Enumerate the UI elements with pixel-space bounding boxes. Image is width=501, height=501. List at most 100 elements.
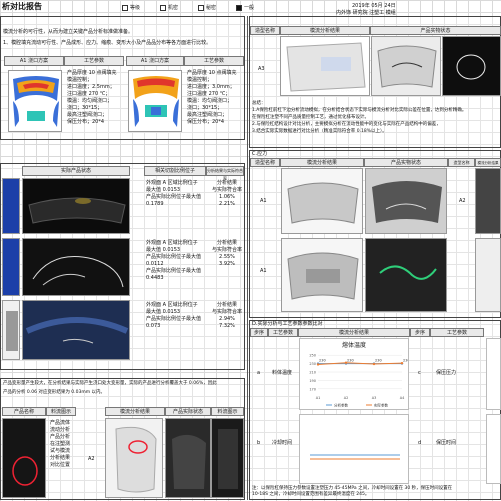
rt-header-name: 造型名称 [250,26,280,35]
rm-row-id-1: A1 [260,198,267,204]
blue-part-photo-2 [2,238,20,296]
rt-header-sim: 模流分析结果 [280,26,370,35]
row-3-rate-line-4: 7.32% [219,323,235,329]
row-2-rate-line-2: 与实际符合率 [211,247,242,253]
gate-params-1-line-7: 最高注塑阀浇口； [67,112,108,118]
rb-notes: 注：以保险杠保持压力参数设置注塑压力 45-45MPa 之间，冷却时间设置在 3… [252,486,500,498]
chart-y-tick: 250 [309,354,316,358]
gate-params-1: 产品厚度 10 点阀填充 模温控制； 进口温度；2.5mm； 注口温度 270 ℃；模… [67,70,123,126]
section-c-line-1: 产品变形量产生较大，在分析结果与实际产生浇口处大变形量，实际的产品进行分析覆盖大… [3,381,217,386]
gate-params-2-line-4: 注口温度 270 ℃； [187,91,231,97]
rt-sim-image [280,36,370,96]
chart-legend-label: 实际参数 [374,403,388,408]
row-1-ratio-line-2: 最大值 0.0153 [146,187,181,193]
rm-side-image-2 [475,238,501,312]
c-header-product: 产品名称 [2,407,46,416]
classification-check-2[interactable]: 机密 [160,4,179,11]
rm-header-sim-2: 模流分析结果 [475,158,501,167]
classification-check-4[interactable]: 一般 [236,4,255,11]
row-2-ratio-line-5: 0.0112 [146,261,164,267]
chart-point [316,363,320,366]
blue-part-photo-3 [2,300,20,360]
checkbox-icon[interactable] [198,4,205,11]
ratio-header: 相关切割比例位子 [144,166,206,176]
row-2-ratio-line-7: 0.4483 [146,275,164,281]
gate-params-2-line-6: 浇口；30*15； [187,105,223,111]
gate-params-2-line-2: 模温控制； [187,77,213,83]
rm-header-sim: 模流分析结果 [280,158,364,167]
c-row-line-6: 分析结果 [50,455,71,461]
row-2-ratio-line-6: 产品实际比例位子最大值 [146,268,202,274]
c-header-actual: 产品实际状态 [165,407,211,416]
row-1-match-rate: 分析结果 与实际符合率 1.06% 2.21% [210,180,244,208]
rb-row-c-label: 保压压力 [436,370,457,376]
row-2-match-rate: 分析结果 与实际符合率 2.55% 3.92% [210,240,244,268]
rm-header-name: 造型名称 [250,158,280,167]
chart-y-tick: 190 [309,379,316,383]
classification-check-1[interactable]: 等级 [122,4,141,11]
rt-note-line-4: 2.与保险杠结构设计对比分析，主要模拟分析在流动性能中的变化与实际在产品结构中的… [252,122,441,127]
gate-params-1-line-4: 注口温度 270 ℃； [67,91,111,97]
gate-header-1: A1 浇口方案 [4,56,64,66]
chart-data-label: 230 [375,359,382,363]
classification-check-label: 一般 [244,5,255,11]
c-flow-photo [211,418,244,498]
row-2-rate-line-1: 分析结果 [216,240,237,246]
rt-row-id: A3 [258,66,265,72]
rt-actual-photo-2 [442,36,501,96]
gate-params-1-line-3: 进口温度；2.5mm； [67,84,115,90]
chart-legend-label: 分析参数 [334,403,348,408]
gate-params-1-line-2: 模温控制； [67,77,93,83]
gate-params-1-line-5: 模温：均匀阀浇口； [67,98,113,104]
match-rate-header: 分析结果与实际符合率 [206,166,244,181]
rt-header-actual: 产品实物状态 [370,26,501,35]
rb-row-a-id: a [257,370,261,376]
c-row-id: A2 [88,456,95,462]
row-3-ratio-line-5: 0.073 [146,323,161,329]
rt-note-line-5: 3.结合实际实际数据进行对比分析（精准实际符合率 0.18%以上）。 [252,129,387,134]
rt-note-line-3: 在保险杠注塑不同产品质量控制工艺，通过优化排布设计。 [252,115,369,120]
gate-simulation-image-1 [8,70,62,132]
cooling-chart [299,414,409,484]
row-3-ratio-text: 外观面 A 区域比例位子 最大值 0.0153 产品实际比例位子最大值 0.073 [146,302,206,330]
row-1-ratio-line-4: 产品实际比例位子最大值 [146,194,202,200]
c-sim-image [105,418,163,498]
c-row-line-1: 产品流体 [50,420,71,426]
classification-check-label: 机密 [168,5,179,11]
classification-check-3[interactable]: 秘密 [198,4,217,11]
row-2-ratio-line-4: 产品实际比例位子最大值 [146,254,202,260]
row-3-ratio-line-4: 产品实际比例位子最大值 [146,316,202,322]
chart-y-tick: 170 [309,387,316,391]
section-a-line-2: 1、模腔填充流动可行性、产品成形、应力、缩痕、变形大小及产品品分布等各方面进行比… [3,40,212,46]
c-header-flow-2: 料流图示 [211,407,244,416]
c-row-line-5: 试与模流 [50,448,71,454]
column-divider [247,16,248,500]
rb-row-c-id: c [418,370,421,376]
gate-params-2-line-1: 产品厚度 10 点阀填充 [187,70,237,76]
rm-side-image-1 [475,168,501,234]
rm-actual-photo-2 [365,238,447,312]
checkbox-icon[interactable] [122,4,128,11]
checkbox-icon[interactable] [236,4,243,11]
classification-check-label: 等级 [130,5,141,11]
rt-note-line-2: 1.A保险杠前杠下边分析流动模拟，在分析结合状态下实际与模流分析对比实际公差在位… [252,108,467,113]
rb-row-d-id: d [418,440,422,446]
classification-check-label: 秘密 [206,5,217,11]
rb-header-step: 步序 [250,328,268,337]
row-1-rate-line-4: 2.21% [219,201,235,207]
checkbox-icon[interactable] [160,4,167,11]
gate-params-2-line-5: 模温：均匀阀浇口； [187,98,233,104]
chart-point [372,362,376,366]
row-3-ratio-line-1: 外观面 A 区域比例位子 [146,302,198,308]
chart-y-tick: 230 [309,362,316,366]
chart-data-label: 230 [347,359,354,363]
row-3-rate-line-1: 分析结果 [216,302,237,308]
row-2-rate-line-3: 2.55% [219,254,235,260]
bumper-photo-2 [22,238,130,296]
gate-header-2: A1 浇口方案 [126,56,184,66]
row-2-ratio-line-1: 外观面 A 区域比例位子 [146,240,198,246]
rb-header-param-2: 工艺参数 [430,328,484,337]
rb-header-sim: 模流分析结果 [298,328,410,337]
rt-notes: 总结： 1.A保险杠前杠下边分析流动模拟，在分析结合状态下实际与模流分析对比实际公… [252,100,500,135]
rm-sim-image-1 [281,168,363,234]
